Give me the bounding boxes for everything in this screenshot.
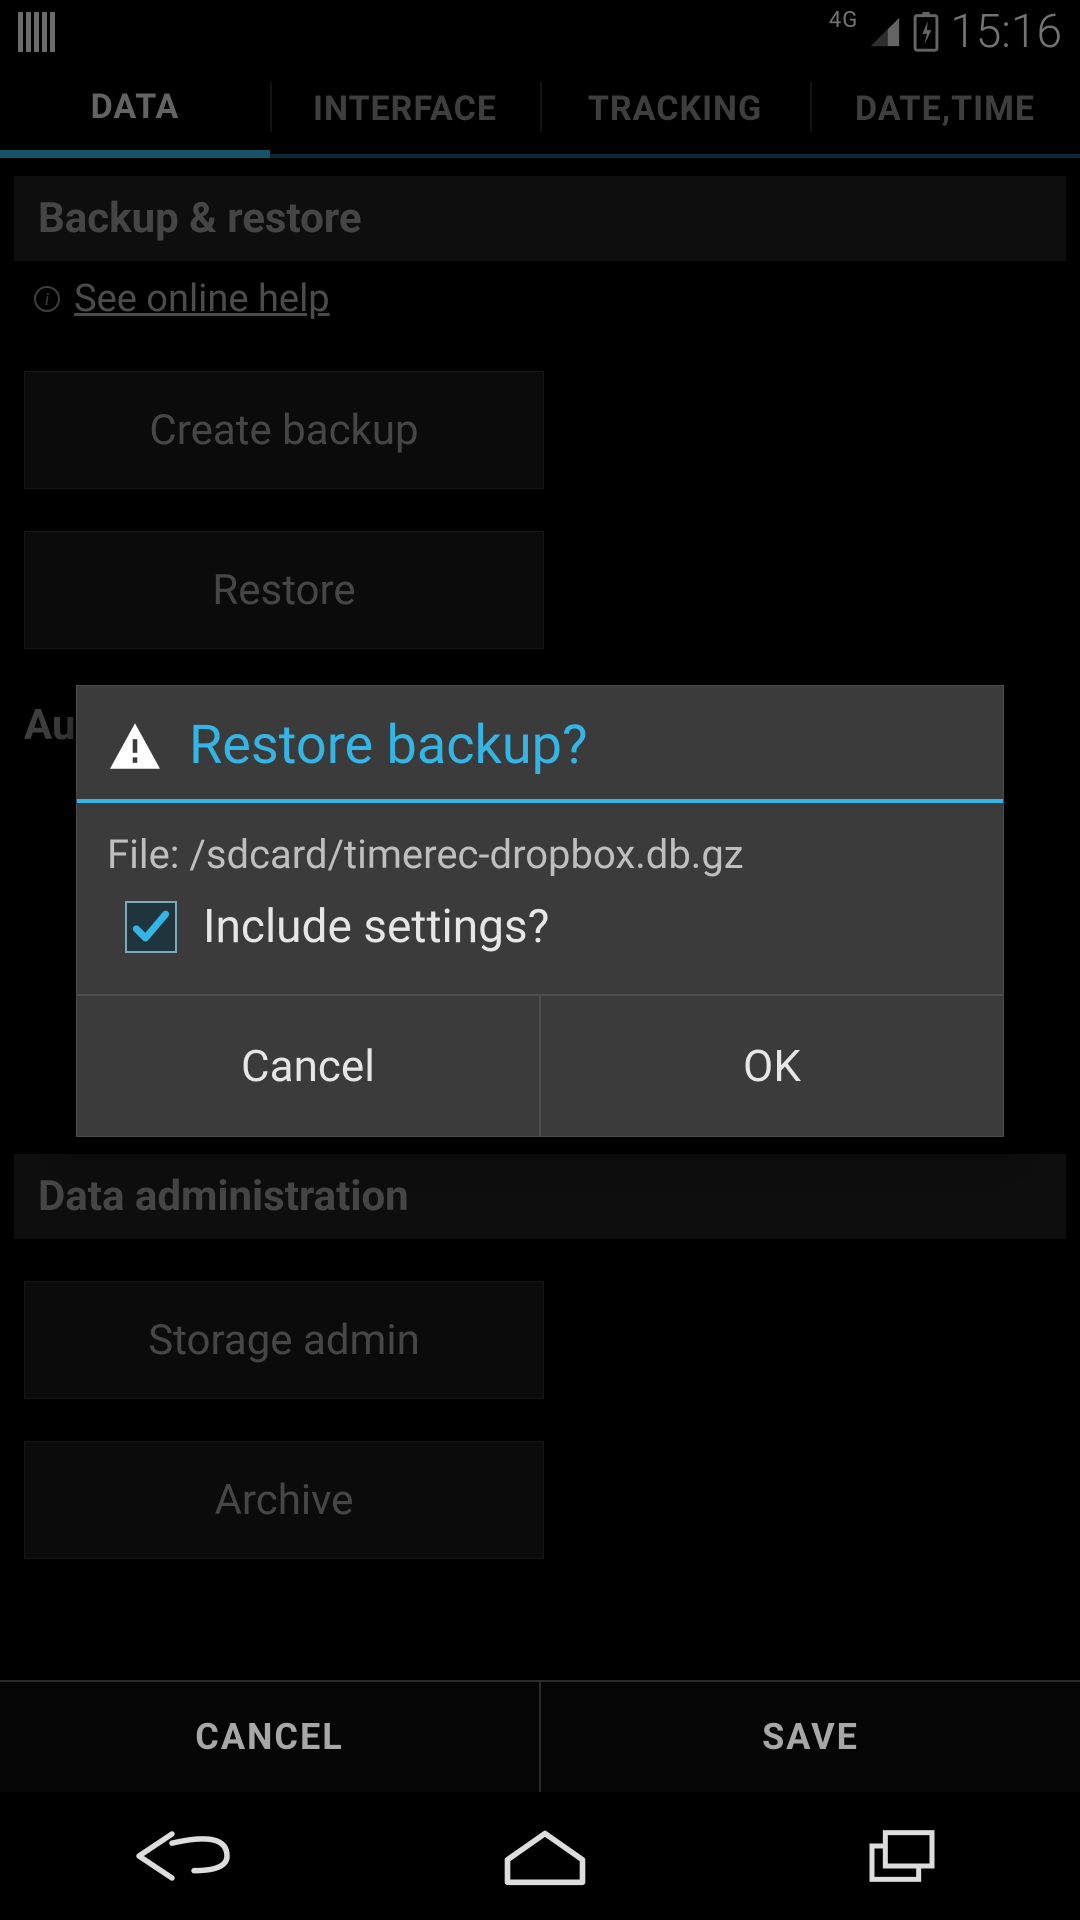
- system-nav-bar: [0, 1792, 1080, 1920]
- dialog-button-row: Cancel OK: [77, 994, 1003, 1136]
- home-icon[interactable]: [495, 1826, 595, 1886]
- phone-frame: 4G 15:16 DATA INTERFACE TRACKING DATE,TI…: [0, 0, 1080, 1920]
- dialog-title: Restore backup?: [189, 714, 588, 777]
- include-settings-checkbox[interactable]: [125, 901, 177, 953]
- restore-backup-dialog: Restore backup? File: /sdcard/timerec-dr…: [76, 685, 1004, 1137]
- footer-cancel-button[interactable]: CANCEL: [0, 1682, 539, 1792]
- back-icon[interactable]: [128, 1826, 238, 1886]
- dialog-title-row: Restore backup?: [77, 686, 1003, 799]
- dialog-cancel-button[interactable]: Cancel: [77, 996, 539, 1136]
- button-label: SAVE: [762, 1716, 859, 1758]
- include-settings-label: Include settings?: [203, 900, 549, 954]
- dialog-body: File: /sdcard/timerec-dropbox.db.gz Incl…: [77, 803, 1003, 994]
- footer-save-button[interactable]: SAVE: [539, 1682, 1080, 1792]
- warning-icon: [107, 721, 163, 771]
- dialog-ok-button[interactable]: OK: [539, 996, 1003, 1136]
- button-label: OK: [743, 1040, 801, 1092]
- button-label: CANCEL: [195, 1716, 343, 1758]
- button-label: Cancel: [241, 1040, 375, 1092]
- dialog-file-label: File: /sdcard/timerec-dropbox.db.gz: [107, 831, 973, 878]
- footer-bar: CANCEL SAVE: [0, 1680, 1080, 1792]
- include-settings-row[interactable]: Include settings?: [107, 900, 973, 954]
- recent-apps-icon[interactable]: [852, 1826, 952, 1886]
